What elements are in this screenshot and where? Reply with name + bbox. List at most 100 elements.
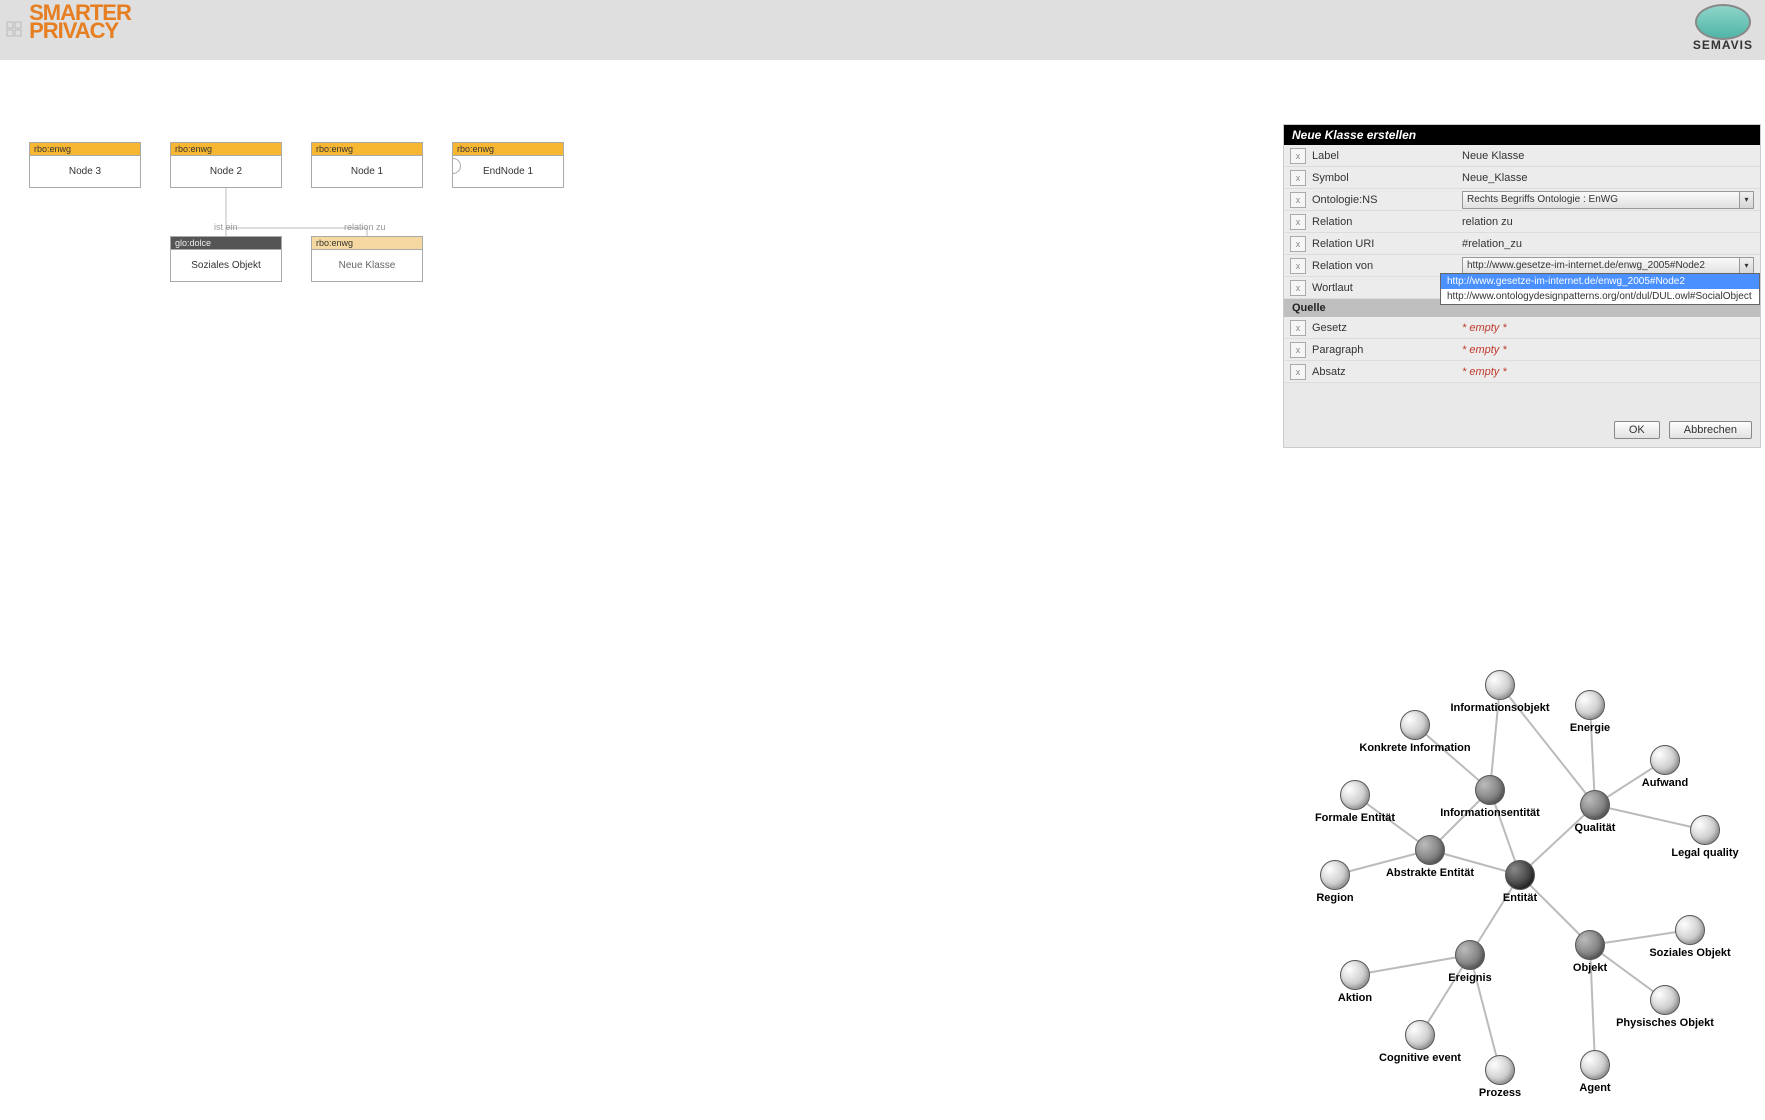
diagram-edges bbox=[0, 60, 600, 320]
field-row-ontns: xOntologie:NSRechts Begriffs Ontologie :… bbox=[1284, 189, 1760, 211]
field-label: Relation von bbox=[1312, 260, 1462, 272]
node-label: Soziales Objekt bbox=[171, 250, 281, 281]
cancel-button[interactable]: Abbrechen bbox=[1669, 421, 1752, 439]
graph-node-formale[interactable] bbox=[1340, 780, 1370, 810]
logo-smarter-privacy: SMARTER PRIVACY bbox=[6, 4, 131, 41]
remove-row-button[interactable]: x bbox=[1290, 320, 1306, 336]
label-value[interactable]: Neue Klasse bbox=[1462, 150, 1760, 162]
field-label: Relation URI bbox=[1312, 238, 1462, 250]
graph-node-objekt[interactable] bbox=[1575, 930, 1605, 960]
select-value: http://www.gesetze-im-internet.de/enwg_2… bbox=[1467, 260, 1705, 271]
field-row-symbol: x SymbolNeue_Klasse bbox=[1284, 167, 1760, 189]
graph-node-infoobj[interactable] bbox=[1485, 670, 1515, 700]
graph-node-label: Aufwand bbox=[1642, 777, 1688, 789]
graph-node-label: Abstrakte Entität bbox=[1386, 867, 1474, 879]
graph-node-label: Aktion bbox=[1338, 992, 1372, 1004]
paragraph-value[interactable]: * empty * bbox=[1462, 344, 1760, 356]
ontology-graph[interactable]: EntitätAbstrakte EntitätEreignisObjektQu… bbox=[1275, 650, 1735, 1110]
node-label: Node 2 bbox=[171, 156, 281, 187]
graph-node-region[interactable] bbox=[1320, 860, 1350, 890]
chevron-down-icon[interactable] bbox=[1739, 258, 1753, 274]
field-label: Symbol bbox=[1312, 172, 1462, 184]
graph-node-ereignis[interactable] bbox=[1455, 940, 1485, 970]
field-row-gesetz: xGesetz* empty * bbox=[1284, 317, 1760, 339]
field-row-reluri: x Relation URI#relation_zu bbox=[1284, 233, 1760, 255]
node-label: EndNode 1 bbox=[453, 156, 563, 187]
logo-semavis: SEMAVIS bbox=[1693, 4, 1753, 52]
chevron-down-icon[interactable] bbox=[1739, 192, 1753, 208]
graph-node-sozobj[interactable] bbox=[1675, 915, 1705, 945]
graph-node-label: Prozess bbox=[1479, 1087, 1521, 1099]
node-namespace: rbo:enwg bbox=[312, 237, 422, 250]
graph-node-qualitaet[interactable] bbox=[1580, 790, 1610, 820]
remove-row-button[interactable]: x bbox=[1290, 342, 1306, 358]
node-namespace: glo:dolce bbox=[171, 237, 281, 250]
reluri-value[interactable]: #relation_zu bbox=[1462, 238, 1760, 250]
graph-node-label: Physisches Objekt bbox=[1616, 1017, 1714, 1029]
relation-von-dropdown[interactable]: http://www.gesetze-im-internet.de/enwg_2… bbox=[1440, 273, 1760, 305]
graph-node-agent[interactable] bbox=[1580, 1050, 1610, 1080]
node-label: Node 1 bbox=[312, 156, 422, 187]
graph-node-label: Informationsobjekt bbox=[1450, 702, 1549, 714]
graph-node-physobj[interactable] bbox=[1650, 985, 1680, 1015]
diagram-node-n2[interactable]: rbo:enwgNode 2 bbox=[170, 142, 282, 188]
remove-row-button[interactable]: x bbox=[1290, 192, 1306, 208]
graph-node-entitaet[interactable] bbox=[1505, 860, 1535, 890]
remove-row-button[interactable]: x bbox=[1290, 364, 1306, 380]
field-label: Relation bbox=[1312, 216, 1462, 228]
gesetz-value[interactable]: * empty * bbox=[1462, 322, 1760, 334]
graph-node-konkret[interactable] bbox=[1400, 710, 1430, 740]
diagram-node-nk[interactable]: rbo:enwgNeue Klasse bbox=[311, 236, 423, 282]
graph-node-prozess[interactable] bbox=[1485, 1055, 1515, 1085]
dropdown-option[interactable]: http://www.ontologydesignpatterns.org/on… bbox=[1441, 289, 1759, 304]
diagram-node-so[interactable]: glo:dolceSoziales Objekt bbox=[170, 236, 282, 282]
node-namespace: rbo:enwg bbox=[312, 143, 422, 156]
field-label: Absatz bbox=[1312, 366, 1462, 378]
diagram-node-n1[interactable]: rbo:enwgNode 1 bbox=[311, 142, 423, 188]
relation-value[interactable]: relation zu bbox=[1462, 216, 1760, 228]
graph-node-abstrakt[interactable] bbox=[1415, 835, 1445, 865]
ontns-select[interactable]: Rechts Begriffs Ontologie : EnWG bbox=[1462, 191, 1754, 209]
node-label: Neue Klasse bbox=[312, 250, 422, 281]
edge-label: relation zu bbox=[344, 222, 386, 232]
symbol-value[interactable]: Neue_Klasse bbox=[1462, 172, 1760, 184]
diagram-node-n3[interactable]: rbo:enwgNode 3 bbox=[29, 142, 141, 188]
graph-node-label: Cognitive event bbox=[1379, 1052, 1461, 1064]
remove-row-button[interactable]: x bbox=[1290, 214, 1306, 230]
app-header: SMARTER PRIVACY SEMAVIS bbox=[0, 0, 1765, 60]
graph-node-label: Soziales Objekt bbox=[1649, 947, 1730, 959]
panel-title: Neue Klasse erstellen bbox=[1284, 125, 1760, 145]
field-label: Paragraph bbox=[1312, 344, 1462, 356]
graph-node-label: Legal quality bbox=[1671, 847, 1738, 859]
graph-node-label: Energie bbox=[1570, 722, 1610, 734]
graph-node-energie[interactable] bbox=[1575, 690, 1605, 720]
graph-node-label: Ereignis bbox=[1448, 972, 1491, 984]
graph-node-aufwand[interactable] bbox=[1650, 745, 1680, 775]
graph-node-label: Konkrete Information bbox=[1359, 742, 1470, 754]
field-row-label: x LabelNeue Klasse bbox=[1284, 145, 1760, 167]
panel-footer: OK Abbrechen bbox=[1284, 413, 1760, 447]
graph-node-label: Qualität bbox=[1575, 822, 1616, 834]
logo-semavis-text: SEMAVIS bbox=[1693, 38, 1753, 52]
workspace-canvas[interactable]: rbo:enwgNode 3rbo:enwgNode 2rbo:enwgNode… bbox=[0, 60, 1765, 1120]
node-namespace: rbo:enwg bbox=[30, 143, 140, 156]
remove-row-button[interactable]: x bbox=[1290, 258, 1306, 274]
remove-row-button[interactable]: x bbox=[1290, 280, 1306, 296]
graph-node-infoent[interactable] bbox=[1475, 775, 1505, 805]
graph-node-legalq[interactable] bbox=[1690, 815, 1720, 845]
graph-node-cogev[interactable] bbox=[1405, 1020, 1435, 1050]
logo-text-2: PRIVACY bbox=[29, 22, 131, 40]
diagram-node-ne[interactable]: rbo:enwgEndNode 1 bbox=[452, 142, 564, 188]
semavis-oval-icon bbox=[1695, 4, 1751, 40]
graph-node-label: Entität bbox=[1503, 892, 1537, 904]
remove-row-button[interactable]: x bbox=[1290, 236, 1306, 252]
absatz-value[interactable]: * empty * bbox=[1462, 366, 1760, 378]
ok-button[interactable]: OK bbox=[1614, 421, 1660, 439]
graph-node-aktion[interactable] bbox=[1340, 960, 1370, 990]
relvon-select[interactable]: http://www.gesetze-im-internet.de/enwg_2… bbox=[1462, 257, 1754, 275]
remove-row-button[interactable]: x bbox=[1290, 148, 1306, 164]
remove-row-button[interactable]: x bbox=[1290, 170, 1306, 186]
dropdown-option[interactable]: http://www.gesetze-im-internet.de/enwg_2… bbox=[1441, 274, 1759, 289]
field-label: Label bbox=[1312, 150, 1462, 162]
field-row-paragraph: x Paragraph* empty * bbox=[1284, 339, 1760, 361]
